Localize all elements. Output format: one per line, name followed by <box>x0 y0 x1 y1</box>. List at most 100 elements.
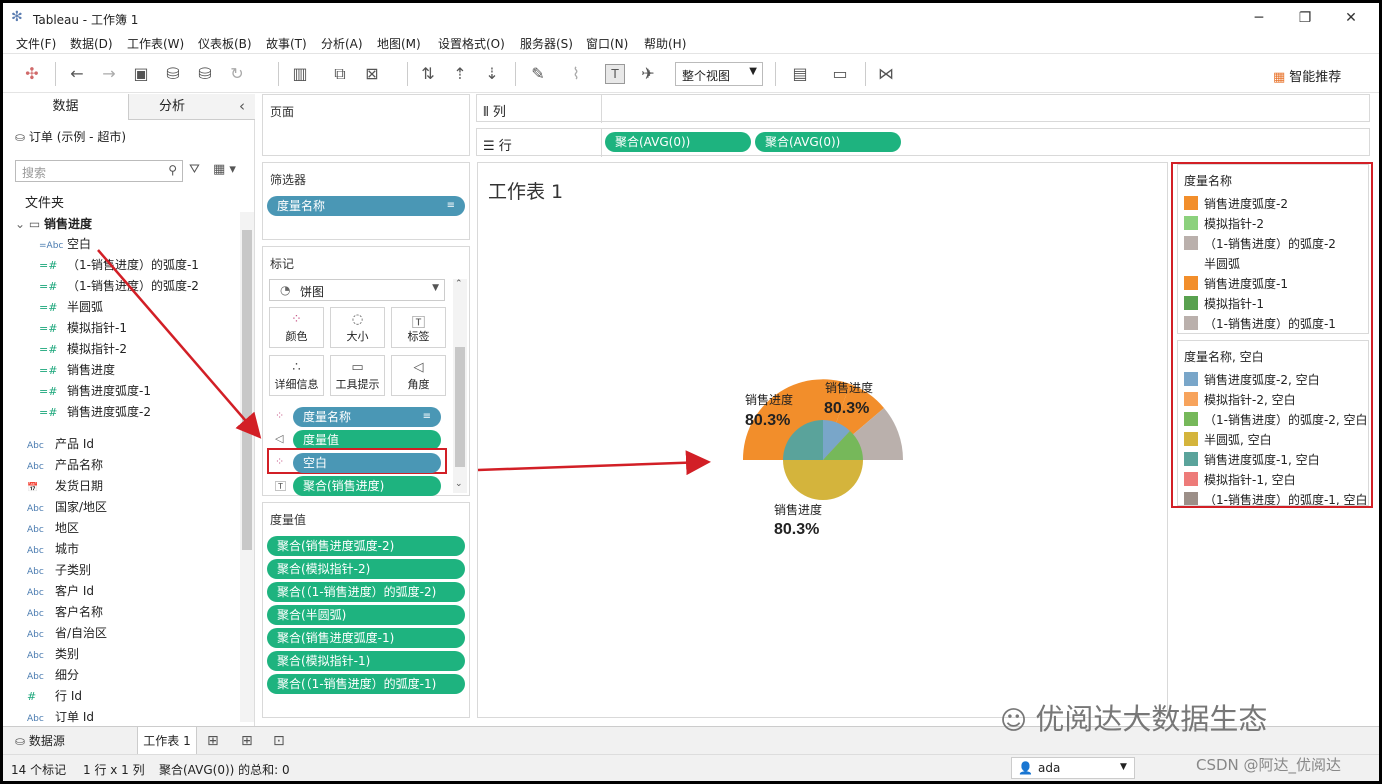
marks-scrollbar[interactable]: ⌃ ⌄ <box>453 279 467 493</box>
legend-item[interactable]: （1-销售进度）的弧度-2 <box>1184 235 1336 252</box>
scroll-up-icon[interactable]: ⌃ <box>455 279 463 289</box>
scroll-down-icon[interactable]: ⌄ <box>455 479 463 489</box>
legend-item[interactable]: （1-销售进度）的弧度-1, 空白 <box>1184 491 1368 505</box>
folder-sales-progress[interactable]: ⌄ ▭ 销售进度 <box>15 215 92 232</box>
legend-item[interactable]: （1-销售进度）的弧度-2, 空白 <box>1184 411 1368 428</box>
menu-server[interactable]: 服务器(S) <box>520 35 573 52</box>
data-pane-scrollbar[interactable] <box>240 212 254 722</box>
marks-tooltip-button[interactable]: ▭ 工具提示 <box>330 355 385 396</box>
field-item[interactable]: =# （1-销售进度）的弧度-1 <box>39 256 199 273</box>
legend-item[interactable]: 销售进度弧度-2 <box>1184 195 1288 212</box>
redo-icon[interactable]: → <box>98 64 120 83</box>
show-cards-icon[interactable]: ▤ <box>789 64 811 83</box>
menu-window[interactable]: 窗口(N) <box>586 35 628 52</box>
field-item[interactable]: =# 模拟指针-1 <box>39 319 127 336</box>
scrollbar-thumb[interactable] <box>242 230 252 550</box>
menu-dashboard[interactable]: 仪表板(B) <box>198 35 252 52</box>
duplicate-sheet-icon[interactable]: ⧉ <box>329 64 351 84</box>
sort-ascending-icon[interactable]: ⇡ <box>449 64 471 83</box>
menu-story[interactable]: 故事(T) <box>266 35 307 52</box>
legend-item[interactable]: 半圆弧, 空白 <box>1184 431 1272 448</box>
pages-shelf[interactable]: 页面 <box>262 94 470 156</box>
field-item[interactable]: Abc 类别 <box>27 645 79 662</box>
tab-datasource[interactable]: ⛀ 数据源 <box>15 727 65 755</box>
legend-measure-names-blank[interactable]: 度量名称, 空白 销售进度弧度-2, 空白 模拟指针-2, 空白 （1-销售进度）的… <box>1177 340 1369 506</box>
half-circle-slice[interactable] <box>783 460 863 500</box>
tab-analysis[interactable]: 分析 <box>129 94 255 120</box>
menu-analysis[interactable]: 分析(A) <box>321 35 363 52</box>
maximize-button[interactable]: ❐ <box>1285 7 1325 29</box>
marks-pill-measure-names[interactable]: 度量名称 ≡ <box>293 407 441 427</box>
rows-shelf[interactable]: ☰ 行 聚合(AVG(0)) 聚合(AVG(0)) <box>476 128 1370 157</box>
datasource-options-icon[interactable]: ⛁ <box>194 64 216 83</box>
field-item[interactable]: =# 半圆弧 <box>39 298 103 315</box>
rows-pill-avg0[interactable]: 聚合(AVG(0)) <box>605 132 751 152</box>
show-me-button[interactable]: ▦ 智能推荐 <box>1273 66 1341 85</box>
scrollbar-thumb[interactable] <box>455 347 465 467</box>
legend-item[interactable]: 模拟指针-1, 空白 <box>1184 471 1296 488</box>
mark-type-select[interactable]: ◔ 饼图 ▼ <box>269 279 445 301</box>
measure-value-pill[interactable]: 聚合(半圆弧) <box>267 605 465 625</box>
sort-descending-icon[interactable]: ⇣ <box>481 64 503 83</box>
undo-icon[interactable]: ← <box>66 64 88 83</box>
user-menu[interactable]: 👤 ada ▼ <box>1011 757 1135 779</box>
legend-item[interactable]: 销售进度弧度-2, 空白 <box>1184 371 1320 388</box>
field-item[interactable]: Abc 地区 <box>27 519 79 536</box>
field-item[interactable]: =# 模拟指针-2 <box>39 340 127 357</box>
measure-value-pill[interactable]: 聚合(模拟指针-1) <box>267 651 465 671</box>
clear-sheet-icon[interactable]: ⊠ <box>361 64 383 83</box>
field-item[interactable]: =# 销售进度弧度-2 <box>39 403 151 420</box>
measure-value-pill[interactable]: 聚合(（1-销售进度）的弧度-1) <box>267 674 465 694</box>
collapse-pane-icon[interactable]: ‹ <box>239 97 245 115</box>
marks-pill-blank[interactable]: 空白 <box>293 453 441 473</box>
field-item[interactable]: Abc 城市 <box>27 540 79 557</box>
refresh-icon[interactable]: ↻ <box>226 64 248 83</box>
columns-shelf[interactable]: ⦀ 列 <box>476 94 1370 123</box>
highlight-icon[interactable]: ✎ <box>527 64 549 83</box>
marks-angle-button[interactable]: ◁ 角度 <box>391 355 446 396</box>
legend-item[interactable]: 销售进度弧度-1, 空白 <box>1184 451 1320 468</box>
marks-color-button[interactable]: ⁘ 颜色 <box>269 307 324 348</box>
marks-detail-button[interactable]: ∴ 详细信息 <box>269 355 324 396</box>
show-labels-icon[interactable]: T <box>605 64 625 84</box>
field-item[interactable]: =# （1-销售进度）的弧度-2 <box>39 277 199 294</box>
filter-pill-measure-names[interactable]: 度量名称 ≡ <box>267 196 465 216</box>
share-icon[interactable]: ⋈ <box>875 64 897 83</box>
menu-format[interactable]: 设置格式(O) <box>438 35 505 52</box>
new-dashboard-icon[interactable]: ⊞ <box>241 727 253 755</box>
close-button[interactable]: ✕ <box>1331 7 1371 29</box>
field-item[interactable]: Abc 省/自治区 <box>27 624 107 641</box>
measure-value-pill[interactable]: 聚合(模拟指针-2) <box>267 559 465 579</box>
legend-item[interactable]: 模拟指针-2, 空白 <box>1184 391 1296 408</box>
new-worksheet-icon[interactable]: ▥ <box>289 64 311 83</box>
minimize-button[interactable]: ─ <box>1239 7 1279 29</box>
marks-pill-measure-values[interactable]: 度量值 <box>293 430 441 450</box>
search-input[interactable]: 搜索 ⚲ <box>15 160 183 182</box>
tableau-home-icon[interactable]: ✣ <box>21 64 43 83</box>
legend-item[interactable]: 半圆弧 <box>1184 255 1240 272</box>
field-item[interactable]: Abc 订单 Id <box>27 708 94 725</box>
menu-worksheet[interactable]: 工作表(W) <box>127 35 184 52</box>
worksheet-view[interactable]: 工作表 1 销售进度 80.3% 销售进度 80.3% 销售进度 80.3% <box>477 162 1168 718</box>
field-item[interactable]: Abc 客户 Id <box>27 582 94 599</box>
field-item[interactable]: Abc 产品 Id <box>27 435 94 452</box>
marks-pill-sales-progress[interactable]: 聚合(销售进度) <box>293 476 441 496</box>
tab-data[interactable]: 数据 <box>3 94 129 120</box>
menu-data[interactable]: 数据(D) <box>70 35 113 52</box>
legend-item[interactable]: （1-销售进度）的弧度-1 <box>1184 315 1336 332</box>
fix-axes-icon[interactable]: ✈ <box>637 64 659 83</box>
swap-rows-columns-icon[interactable]: ⇅ <box>417 64 439 83</box>
field-item[interactable]: Abc 国家/地区 <box>27 498 107 515</box>
field-item[interactable]: # 行 Id <box>27 687 82 704</box>
save-icon[interactable]: ▣ <box>130 64 152 83</box>
field-item[interactable]: =# 销售进度 <box>39 361 115 378</box>
field-item[interactable]: Abc 产品名称 <box>27 456 103 473</box>
new-datasource-icon[interactable]: ⛁ <box>162 64 184 83</box>
measure-value-pill[interactable]: 聚合(（1-销售进度）的弧度-2) <box>267 582 465 602</box>
filter-icon[interactable]: ⛛ <box>189 162 200 177</box>
new-story-icon[interactable]: ⊡ <box>273 727 285 755</box>
marks-label-button[interactable]: 🅃 标签 <box>391 307 446 348</box>
new-worksheet-icon[interactable]: ⊞ <box>207 727 219 755</box>
legend-item[interactable]: 模拟指针-1 <box>1184 295 1264 312</box>
filters-shelf[interactable]: 筛选器 度量名称 ≡ <box>262 162 470 240</box>
